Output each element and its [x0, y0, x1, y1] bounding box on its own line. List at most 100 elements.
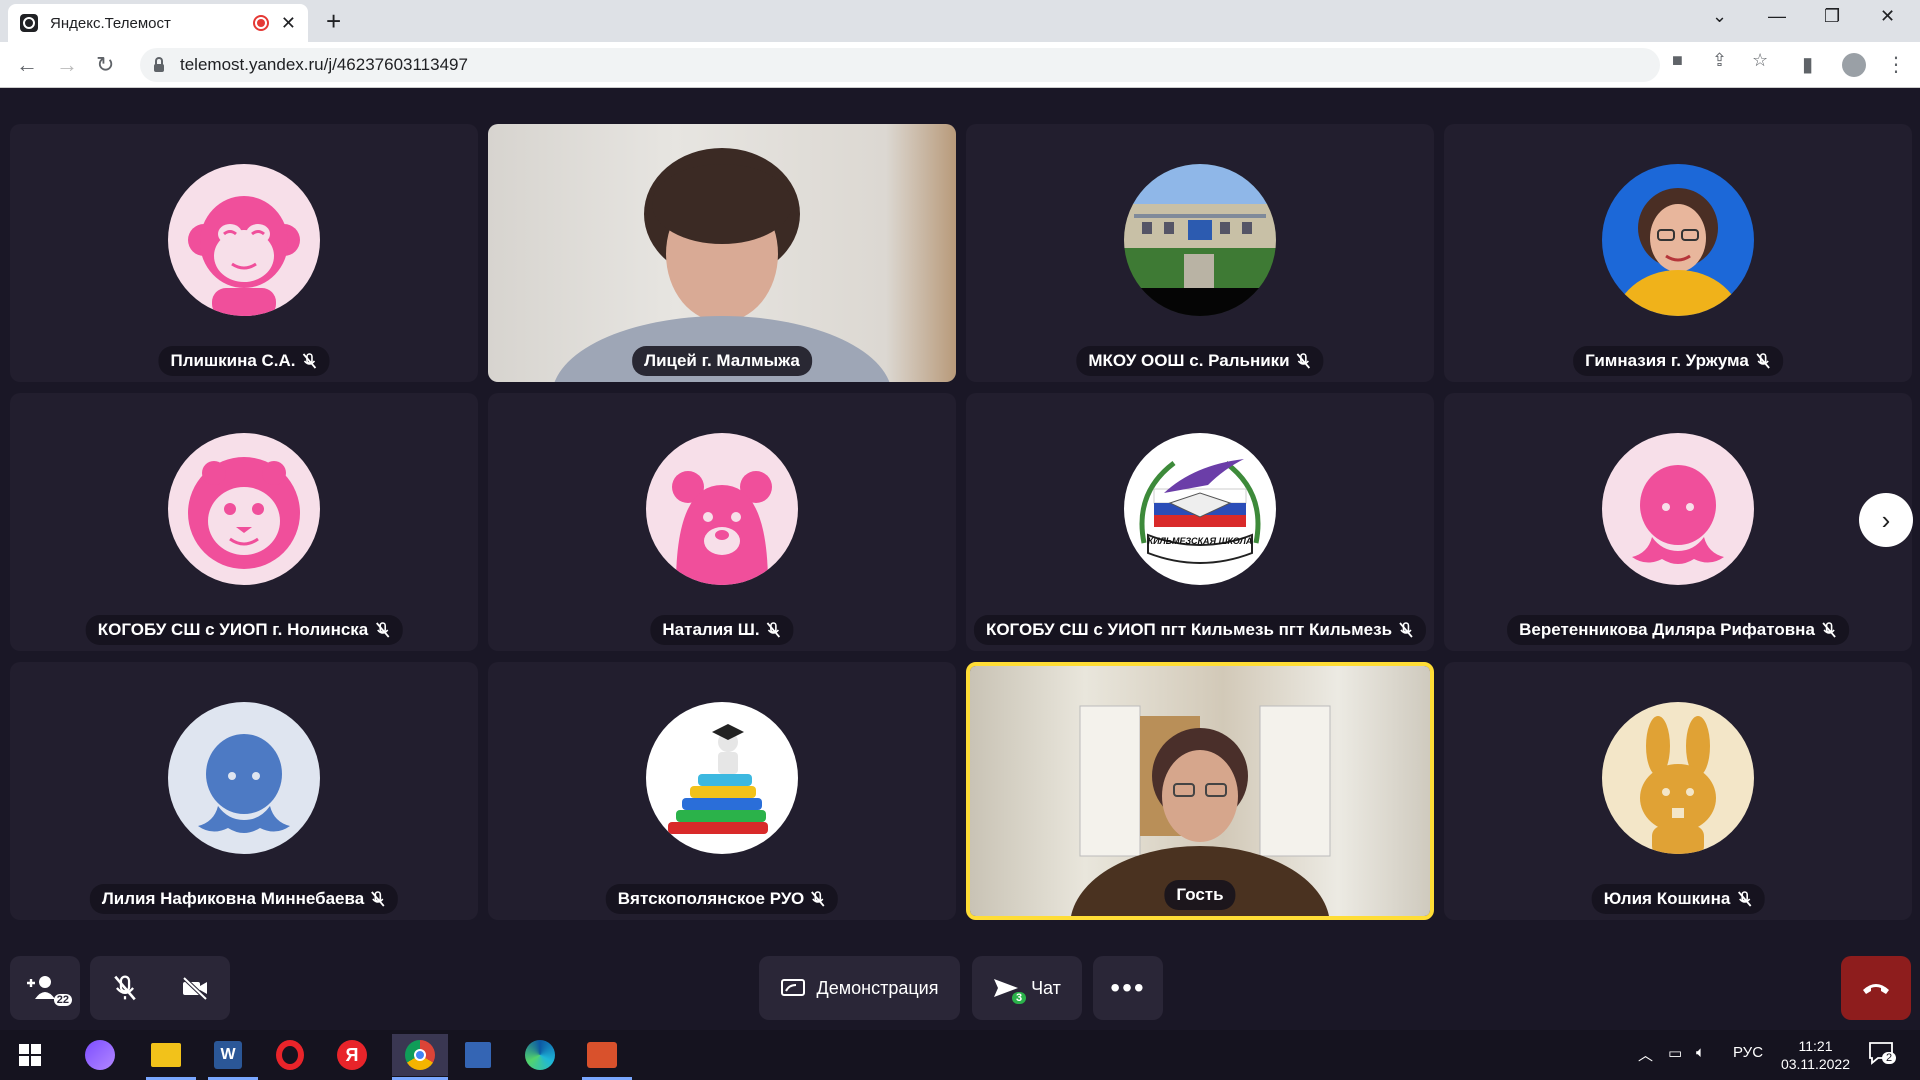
participant-name-text: Гость [1176, 885, 1224, 904]
participant-name: Юлия Кошкина [1591, 884, 1765, 914]
participant-name: Лилия Нафиковна Миннебаева [89, 884, 399, 914]
next-page-chevron-icon[interactable]: › [1859, 493, 1913, 547]
mic-off-icon [114, 975, 136, 1001]
opera-icon[interactable] [270, 1038, 310, 1072]
volume-icon[interactable]: 🔈︎ [1696, 1044, 1705, 1061]
mic-off-icon [810, 891, 826, 907]
close-tab-icon[interactable]: ✕ [281, 13, 296, 34]
participant-tile[interactable]: Вятскополянское РУО [488, 662, 956, 920]
windows-taskbar: W Я ︿ ▭ 🔈︎ РУС 11:21 03.11.2022 2 [0, 1030, 1920, 1080]
notifications-icon[interactable]: 2 [1868, 1040, 1897, 1070]
participant-name: Плишкина С.А. [158, 346, 330, 376]
windows-start-icon[interactable] [10, 1038, 50, 1072]
monkey-avatar-icon [168, 164, 320, 316]
participant-name: КОГОБУ СШ с УИОП пгт Кильмезь пгт Кильме… [973, 615, 1427, 645]
participants-button[interactable]: 22 [10, 956, 80, 1020]
school-photo-avatar [1124, 164, 1276, 316]
participant-name: Лицей г. Малмыжа [632, 346, 812, 376]
browser-tab[interactable]: Яндекс.Телемост ✕ [8, 4, 308, 42]
screen-share-icon [780, 979, 805, 996]
participant-tile[interactable]: Юлия Кошкина [1444, 662, 1912, 920]
hang-up-button[interactable] [1841, 956, 1911, 1020]
back-button[interactable]: ← [16, 52, 38, 78]
notifications-count: 2 [1882, 1052, 1897, 1064]
more-dots-icon: ••• [1110, 972, 1146, 1003]
participant-name-text: МКОУ ООШ с. Ральники [1088, 351, 1290, 370]
close-window-button[interactable]: ✕ [1880, 6, 1895, 27]
participant-tile[interactable]: Лилия Нафиковна Миннебаева [10, 662, 478, 920]
browser-menu-icon[interactable]: ⋮ [1886, 52, 1906, 77]
books-avatar-icon [646, 702, 798, 854]
participant-name-text: КОГОБУ СШ с УИОП г. Нолинска [97, 620, 369, 639]
chat-button[interactable]: 3 Чат [972, 956, 1082, 1020]
presentation-app-icon[interactable] [582, 1038, 622, 1072]
more-options-button[interactable]: ••• [1093, 956, 1163, 1020]
lock-icon [154, 56, 164, 72]
share-icon[interactable]: ⇪ [1712, 50, 1727, 71]
tab-search-icon[interactable]: ⌄ [1712, 6, 1727, 27]
participant-tile[interactable]: Веретенникова Диляра Рифатовна [1444, 393, 1912, 651]
chrome-icon[interactable] [392, 1034, 448, 1076]
participant-tile[interactable]: Гимназия г. Уржума [1444, 124, 1912, 382]
participant-name: МКОУ ООШ с. Ральники [1076, 346, 1324, 376]
profile-avatar[interactable] [1842, 53, 1866, 77]
forward-button[interactable]: → [56, 52, 78, 78]
mic-off-button[interactable] [90, 975, 160, 1001]
tray-chevron-up-icon[interactable]: ︿ [1638, 1044, 1653, 1065]
system-clock[interactable]: 11:21 03.11.2022 [1781, 1037, 1850, 1073]
minimize-button[interactable]: — [1768, 6, 1786, 27]
bear-avatar-icon [646, 433, 798, 585]
reload-button[interactable]: ↻ [96, 52, 114, 78]
participant-name-text: Плишкина С.А. [170, 351, 296, 370]
mic-off-icon [766, 622, 782, 638]
side-panel-icon[interactable]: ▮ [1802, 52, 1813, 77]
file-explorer-icon[interactable] [146, 1038, 186, 1072]
lion-avatar-icon [168, 433, 320, 585]
network-icon[interactable]: ▭ [1668, 1044, 1682, 1062]
participant-name: Веретенникова Диляра Рифатовна [1507, 615, 1849, 645]
participant-tile-active-speaker[interactable]: Гость [966, 662, 1434, 920]
school-logo-avatar: КИЛЬМЕЗСКАЯ ШКОЛА [1124, 433, 1276, 585]
participant-name-text: Лилия Нафиковна Миннебаева [101, 889, 365, 908]
rabbit-avatar-icon [1602, 702, 1754, 854]
octopus-blue-avatar-icon [168, 702, 320, 854]
recording-icon [252, 15, 269, 31]
participant-tile[interactable]: МКОУ ООШ с. Ральники [966, 124, 1434, 382]
participant-name: КОГОБУ СШ с УИОП г. Нолинска [85, 615, 403, 645]
participant-tile[interactable]: Лицей г. Малмыжа [488, 124, 956, 382]
new-tab-button[interactable]: + [326, 8, 341, 34]
mic-off-icon [302, 353, 318, 369]
camera-icon[interactable]: ■ [1672, 50, 1683, 71]
media-controls-group [90, 956, 230, 1020]
edge-icon[interactable] [520, 1038, 560, 1072]
participant-tile[interactable]: КОГОБУ СШ с УИОП г. Нолинска [10, 393, 478, 651]
url-text: telemost.yandex.ru/j/46237603113497 [180, 55, 468, 74]
school-logo-text: КИЛЬМЕЗСКАЯ ШКОЛА [1147, 536, 1253, 546]
participants-count-badge: 22 [53, 994, 72, 1006]
participant-tile[interactable]: Наталия Ш. [488, 393, 956, 651]
yandex-browser-icon[interactable]: Я [332, 1038, 372, 1072]
save-disk-icon[interactable] [458, 1038, 498, 1072]
mic-off-icon [370, 891, 386, 907]
participant-name-text: Юлия Кошкина [1603, 889, 1731, 908]
participant-name-text: Лицей г. Малмыжа [644, 351, 800, 370]
word-icon[interactable]: W [208, 1038, 248, 1072]
alice-assistant-icon[interactable] [80, 1038, 120, 1072]
chat-unread-badge: 3 [1012, 992, 1027, 1004]
address-bar[interactable]: telemost.yandex.ru/j/46237603113497 [140, 48, 1660, 82]
tab-title: Яндекс.Телемост [50, 14, 171, 32]
telemost-favicon-icon [20, 14, 38, 32]
browser-tab-strip: Яндекс.Телемост ✕ + ⌄ — ❐ ✕ [0, 0, 1920, 42]
restore-button[interactable]: ❐ [1824, 6, 1840, 27]
chat-label: Чат [1031, 977, 1061, 998]
browser-toolbar: ← → ↻ telemost.yandex.ru/j/4623760311349… [0, 42, 1920, 88]
screen-share-label: Демонстрация [816, 977, 939, 998]
participant-tile[interactable]: Плишкина С.А. [10, 124, 478, 382]
camera-off-button[interactable] [160, 975, 230, 1001]
participant-name-text: Наталия Ш. [662, 620, 760, 639]
input-language[interactable]: РУС [1733, 1044, 1763, 1061]
bookmark-star-icon[interactable]: ☆ [1752, 50, 1768, 71]
screen-share-button[interactable]: Демонстрация [759, 956, 960, 1020]
participant-tile[interactable]: КИЛЬМЕЗСКАЯ ШКОЛА КОГОБУ СШ с УИОП пгт К… [966, 393, 1434, 651]
participant-name-text: КОГОБУ СШ с УИОП пгт Кильмезь пгт Кильме… [985, 620, 1393, 639]
